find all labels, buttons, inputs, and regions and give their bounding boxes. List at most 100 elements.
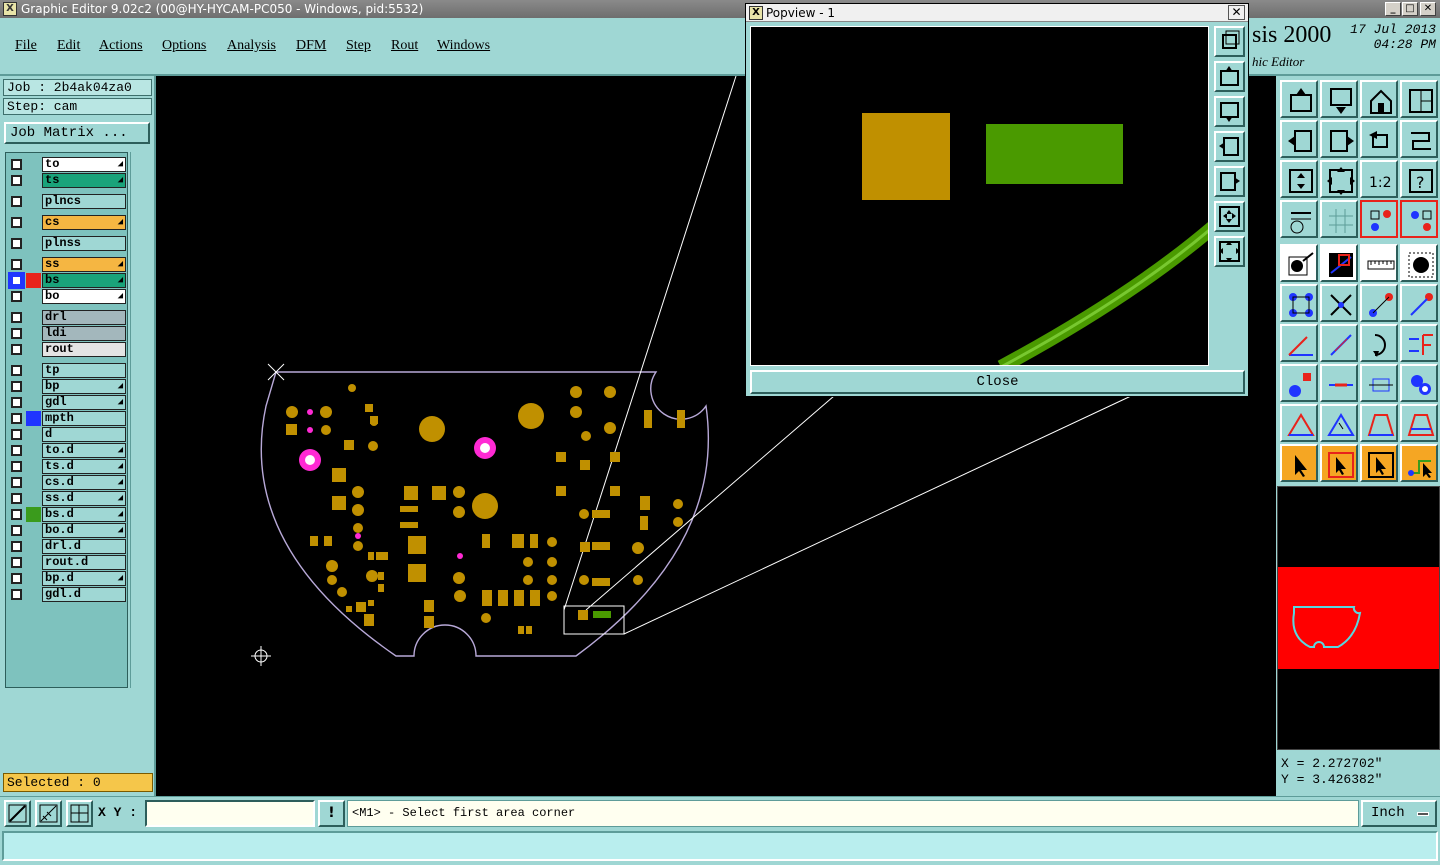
layer-name[interactable]: to ◢ (42, 157, 126, 172)
layer-name[interactable]: cs.d ◢ (42, 475, 126, 490)
layer-checkbox[interactable] (11, 541, 22, 552)
point-line-button[interactable] (1400, 284, 1438, 322)
layer-checkbox[interactable] (11, 557, 22, 568)
ruler-button[interactable] (1360, 244, 1398, 282)
triangle-arrow-button[interactable] (1320, 404, 1358, 442)
multi-pad-button[interactable] (1400, 364, 1438, 402)
layer-checkbox[interactable] (11, 589, 22, 600)
layer-name[interactable]: cs ◢ (42, 215, 126, 230)
layer-checkbox[interactable] (11, 429, 22, 440)
layer-row-plncs[interactable]: plncs (8, 194, 127, 209)
layer-row-drl[interactable]: drl (8, 310, 127, 325)
layer-row-cs[interactable]: cs ◢ (8, 215, 127, 230)
layer-name[interactable]: plnss (42, 236, 126, 251)
layer-row-mpth[interactable]: mpth (8, 411, 127, 426)
layer-name[interactable]: ss ◢ (42, 257, 126, 272)
pan-up-icon[interactable] (1214, 61, 1245, 92)
unit-selector[interactable]: Inch (1361, 800, 1437, 827)
angle-line-button[interactable] (1280, 324, 1318, 362)
layer-row-rout[interactable]: rout (8, 342, 127, 357)
move-to-front-button[interactable] (1280, 244, 1318, 282)
layer-row-tp[interactable]: tp (8, 363, 127, 378)
layer-checkbox[interactable] (8, 272, 25, 289)
menu-actions[interactable]: Actions (99, 38, 143, 54)
select-box-button[interactable] (1320, 444, 1358, 482)
layer-name[interactable]: gdl.d (42, 587, 126, 602)
zoom-fit-button[interactable] (1280, 160, 1318, 198)
pan-right-icon[interactable] (1214, 166, 1245, 197)
layer-name[interactable]: tp (42, 363, 126, 378)
select-zone-button[interactable] (1360, 444, 1398, 482)
pan-down-button[interactable] (1320, 80, 1358, 118)
layer-checkbox[interactable] (11, 493, 22, 504)
layer-checkbox[interactable] (11, 397, 22, 408)
pan-up-button[interactable] (1280, 80, 1318, 118)
layer-checkbox[interactable] (11, 175, 22, 186)
hline-button[interactable] (1320, 364, 1358, 402)
arc-button[interactable] (1360, 324, 1398, 362)
layer-row-plnss[interactable]: plnss (8, 236, 127, 251)
layer-row-ldi[interactable]: ldi (8, 326, 127, 341)
layer-row-bp-d[interactable]: bp.d ◢ (8, 571, 127, 586)
layer-name[interactable]: rout.d (42, 555, 126, 570)
maximize-button[interactable]: □ (1402, 2, 1418, 16)
layer-checkbox[interactable] (11, 196, 22, 207)
layer-name[interactable]: bo.d ◢ (42, 523, 126, 538)
menu-file[interactable]: File (15, 38, 37, 54)
layer-checkbox[interactable] (11, 365, 22, 376)
layer-checkbox[interactable] (11, 381, 22, 392)
layer-checkbox[interactable] (11, 525, 22, 536)
layer-row-gdl-d[interactable]: gdl.d (8, 587, 127, 602)
job-matrix-button[interactable]: Job Matrix ... (4, 122, 150, 144)
layer-checkbox[interactable] (11, 238, 22, 249)
pan-right-button[interactable] (1320, 120, 1358, 158)
pan-left-icon[interactable] (1214, 131, 1245, 162)
pan-left-button[interactable] (1280, 120, 1318, 158)
select-net-button[interactable] (1400, 444, 1438, 482)
layer-row-bp[interactable]: bp ◢ (8, 379, 127, 394)
layer-name[interactable]: plncs (42, 194, 126, 209)
layer-name[interactable]: bs.d ◢ (42, 507, 126, 522)
layer-row-bo[interactable]: bo ◢ (8, 289, 127, 304)
layer-row-gdl[interactable]: gdl ◢ (8, 395, 127, 410)
layer-checkbox[interactable] (11, 413, 22, 424)
layer-red-blue-button[interactable] (1360, 200, 1398, 238)
layer-row-bs[interactable]: bs ◢ (8, 272, 127, 289)
layer-row-drl-d[interactable]: drl.d (8, 539, 127, 554)
layer-checkbox[interactable] (11, 159, 22, 170)
select-arrow-button[interactable] (1280, 444, 1318, 482)
grid-snap-icon[interactable] (66, 800, 93, 827)
zoom-out-icon[interactable] (1214, 201, 1245, 232)
layer-checkbox[interactable] (11, 259, 22, 270)
home-button[interactable] (1360, 80, 1398, 118)
layer-name[interactable]: d (42, 427, 126, 442)
layer-name[interactable]: ts ◢ (42, 173, 126, 188)
menu-analysis[interactable]: Analysis (227, 38, 276, 54)
layer-row-cs-d[interactable]: cs.d ◢ (8, 475, 127, 490)
layer-checkbox[interactable] (11, 477, 22, 488)
triangle-button[interactable] (1280, 404, 1318, 442)
layer-name[interactable]: ldi (42, 326, 126, 341)
alert-icon[interactable]: ! (318, 800, 345, 827)
menu-rout[interactable]: Rout (391, 38, 418, 54)
layer-row-ss-d[interactable]: ss.d ◢ (8, 491, 127, 506)
trapezoid-alt-button[interactable] (1400, 404, 1438, 442)
layer-checkbox[interactable] (11, 344, 22, 355)
layer-row-d[interactable]: d (8, 427, 127, 442)
menu-edit[interactable]: Edit (57, 38, 80, 54)
layer-name[interactable]: rout (42, 342, 126, 357)
layer-name[interactable]: drl (42, 310, 126, 325)
diagonal-button[interactable] (1320, 324, 1358, 362)
layer-name[interactable]: ts.d ◢ (42, 459, 126, 474)
layer-row-rout-d[interactable]: rout.d (8, 555, 127, 570)
minimize-button[interactable]: _ (1385, 2, 1401, 16)
overview-map[interactable] (1277, 486, 1440, 750)
pad-select-button[interactable] (1400, 244, 1438, 282)
zoom-page-icon[interactable] (1214, 26, 1245, 57)
layer-row-to-d[interactable]: to.d ◢ (8, 443, 127, 458)
xy-input[interactable] (145, 800, 315, 827)
layer-checkbox[interactable] (11, 328, 22, 339)
layer-list-scrollbar[interactable] (130, 152, 152, 688)
measure-icon[interactable] (35, 800, 62, 827)
menu-step[interactable]: Step (346, 38, 371, 54)
